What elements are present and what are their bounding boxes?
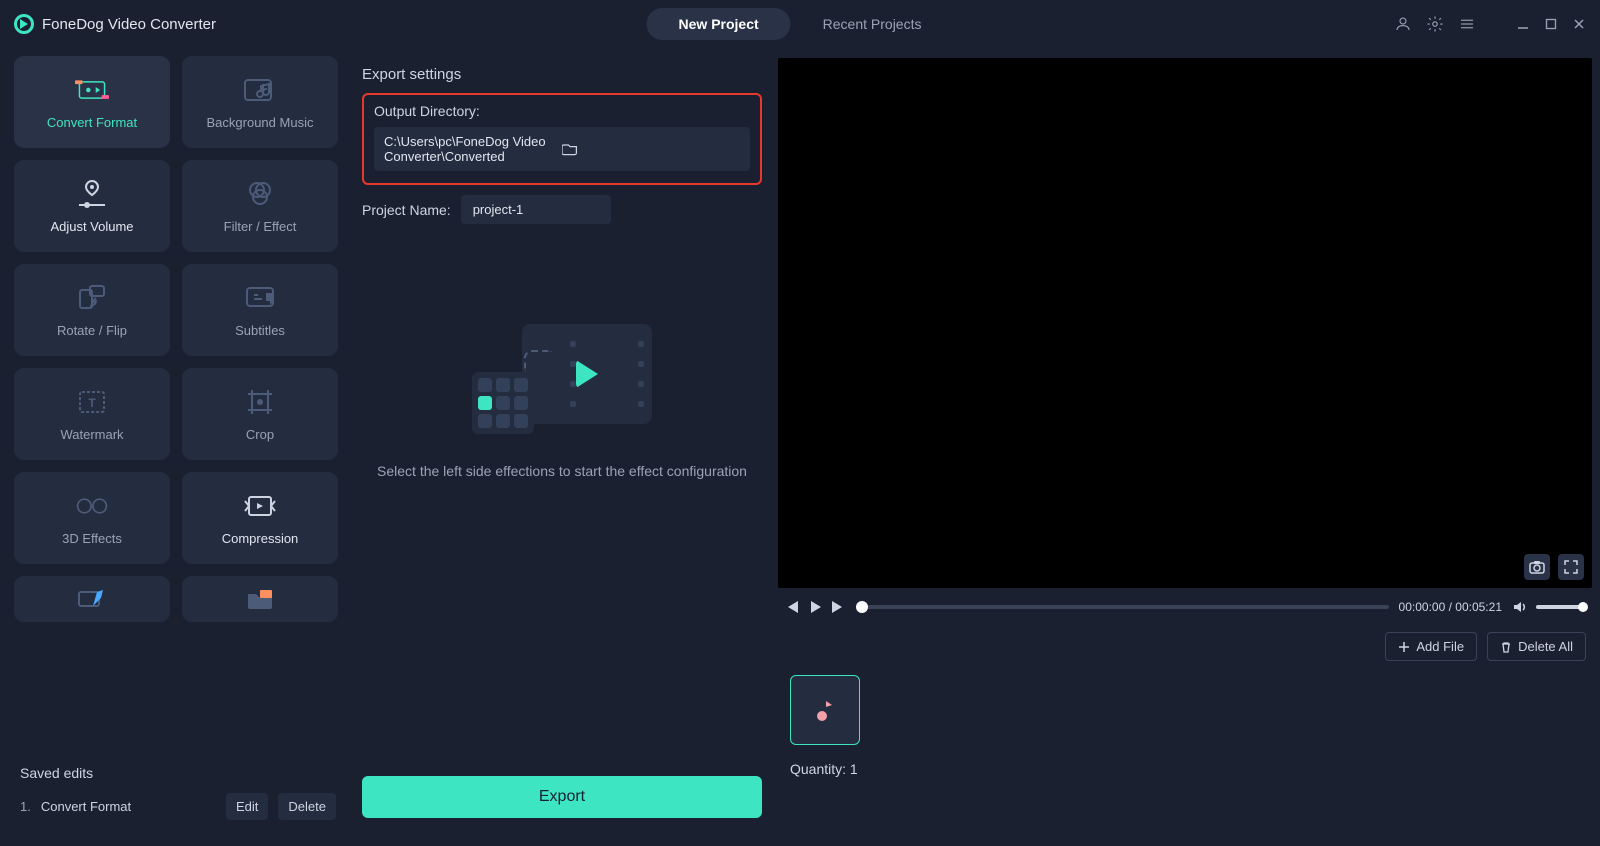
close-button[interactable] [1572, 17, 1586, 31]
title-right [1394, 15, 1586, 33]
snapshot-button[interactable] [1524, 554, 1550, 580]
rotate-flip-icon [75, 283, 109, 313]
sidebar: Convert Format Background Music Adjust V… [0, 48, 354, 846]
timecode: 00:00:00 / 00:05:21 [1399, 600, 1502, 614]
output-directory-label: Output Directory: [374, 103, 750, 119]
tool-label: Rotate / Flip [57, 323, 127, 338]
saved-row: 1. Convert Format Edit Delete [20, 793, 336, 820]
output-directory-value: C:\Users\pc\FoneDog Video Converter\Conv… [384, 134, 562, 164]
titlebar: FoneDog Video Converter New Project Rece… [0, 0, 1600, 48]
tool-extra-1[interactable] [14, 576, 170, 622]
app-logo-icon [14, 14, 34, 34]
tool-label: Crop [246, 427, 274, 442]
tool-watermark[interactable]: T Watermark [14, 368, 170, 460]
tab-recent-projects[interactable]: Recent Projects [791, 8, 954, 40]
gear-icon[interactable] [1426, 15, 1444, 33]
tool-label: Subtitles [235, 323, 285, 338]
tool-adjust-volume[interactable]: Adjust Volume [14, 160, 170, 252]
edit-icon [75, 584, 109, 614]
svg-text:T: T [88, 396, 96, 410]
tool-label: Convert Format [47, 115, 137, 130]
tool-compression[interactable]: Compression [182, 472, 338, 564]
folder-tool-icon [243, 584, 277, 614]
tool-label: Compression [222, 531, 299, 546]
fullscreen-button[interactable] [1558, 554, 1584, 580]
minimize-button[interactable] [1516, 17, 1530, 31]
compression-icon [243, 491, 277, 521]
adjust-volume-icon [75, 179, 109, 209]
volume-icon[interactable] [1512, 600, 1526, 614]
music-note-icon [812, 697, 838, 723]
convert-format-icon [75, 75, 109, 105]
saved-num: 1. [20, 799, 31, 814]
timeline-slider[interactable] [856, 605, 1389, 609]
project-name-input[interactable] [461, 195, 611, 224]
empty-state: Select the left side effections to start… [362, 324, 762, 482]
tool-extra-2[interactable] [182, 576, 338, 622]
project-name-label: Project Name: [362, 202, 451, 218]
player-controls: 00:00:00 / 00:05:21 [778, 588, 1592, 626]
output-directory-box: Output Directory: C:\Users\pc\FoneDog Vi… [362, 93, 762, 185]
export-settings-title: Export settings [362, 66, 762, 83]
file-thumbnail[interactable] [790, 675, 860, 745]
saved-title: Saved edits [20, 765, 336, 781]
3d-effects-icon [75, 491, 109, 521]
thumbnails-row: Quantity: 1 [778, 671, 1592, 781]
video-preview[interactable] [778, 58, 1592, 588]
add-file-button[interactable]: Add File [1385, 632, 1477, 661]
tool-rotate-flip[interactable]: Rotate / Flip [14, 264, 170, 356]
tool-label: Background Music [207, 115, 314, 130]
tool-label: Watermark [60, 427, 123, 442]
app-title: FoneDog Video Converter [42, 16, 216, 33]
saved-item-label: Convert Format [41, 799, 216, 814]
crop-icon [243, 387, 277, 417]
tool-background-music[interactable]: Background Music [182, 56, 338, 148]
logo-wrap: FoneDog Video Converter [14, 14, 216, 34]
tool-filter-effect[interactable]: Filter / Effect [182, 160, 338, 252]
prev-button[interactable] [784, 600, 798, 614]
file-actions: Add File Delete All [778, 626, 1592, 671]
project-name-row: Project Name: [362, 195, 762, 224]
export-button[interactable]: Export [362, 776, 762, 818]
user-icon[interactable] [1394, 15, 1412, 33]
quantity-label: Quantity: 1 [790, 761, 1580, 777]
background-music-icon [243, 75, 277, 105]
subtitles-icon [243, 283, 277, 313]
folder-browse-icon[interactable] [562, 142, 740, 156]
tool-3d-effects[interactable]: 3D Effects [14, 472, 170, 564]
maximize-button[interactable] [1544, 17, 1558, 31]
tabs-center: New Project Recent Projects [647, 8, 954, 40]
tool-convert-format[interactable]: Convert Format [14, 56, 170, 148]
next-button[interactable] [832, 600, 846, 614]
delete-all-button[interactable]: Delete All [1487, 632, 1586, 661]
saved-edit-button[interactable]: Edit [226, 793, 268, 820]
play-button[interactable] [808, 600, 822, 614]
watermark-icon: T [75, 387, 109, 417]
volume-slider[interactable] [1536, 605, 1586, 609]
empty-illustration-icon [472, 324, 652, 434]
filter-effect-icon [243, 179, 277, 209]
tool-label: Adjust Volume [50, 219, 133, 234]
tool-grid: Convert Format Background Music Adjust V… [14, 56, 342, 622]
saved-edits-panel: Saved edits 1. Convert Format Edit Delet… [14, 751, 342, 834]
tool-crop[interactable]: Crop [182, 368, 338, 460]
saved-delete-button[interactable]: Delete [278, 793, 336, 820]
preview-panel: 00:00:00 / 00:05:21 Add File Delete All … [774, 48, 1600, 846]
output-directory-field[interactable]: C:\Users\pc\FoneDog Video Converter\Conv… [374, 127, 750, 171]
tool-label: Filter / Effect [224, 219, 297, 234]
export-panel: Export settings Output Directory: C:\Use… [354, 48, 774, 846]
tool-label: 3D Effects [62, 531, 122, 546]
tab-new-project[interactable]: New Project [647, 8, 791, 40]
tool-subtitles[interactable]: Subtitles [182, 264, 338, 356]
menu-icon[interactable] [1458, 15, 1476, 33]
empty-hint: Select the left side effections to start… [377, 462, 747, 482]
